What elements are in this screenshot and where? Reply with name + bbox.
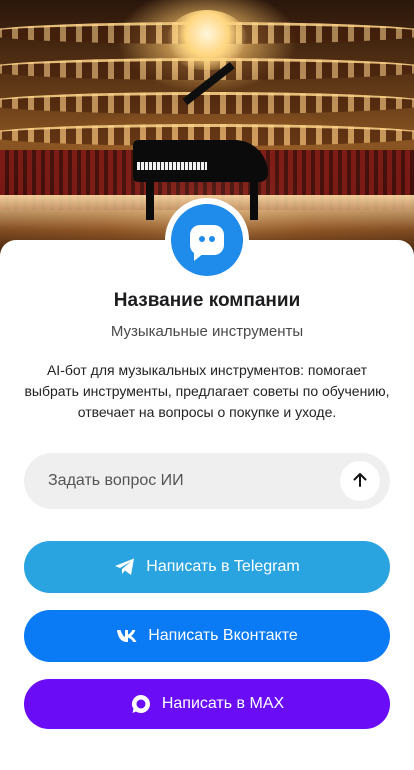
ask-ai-field [24,453,390,509]
telegram-label: Написать в Telegram [146,558,300,575]
company-name: Название компании [113,290,301,311]
write-vk-button[interactable]: Написать Вконтакте [24,610,390,662]
write-telegram-button[interactable]: Написать в Telegram [24,541,390,593]
avatar [171,204,243,276]
piano-keys [137,162,207,170]
send-button[interactable] [340,461,380,501]
grand-piano [133,140,268,182]
max-icon [130,693,152,715]
company-avatar [165,198,249,282]
write-max-button[interactable]: Написать в MAX [24,679,390,729]
vk-icon [116,625,138,647]
company-category: Музыкальные инструменты [110,323,304,340]
telegram-icon [114,556,136,578]
vk-label: Написать Вконтакте [148,627,298,644]
piano-leg [146,180,154,220]
balcony-tier [0,92,414,114]
arrow-up-icon [351,471,369,492]
company-description: AI-бот для музыкальных инструментов: пом… [24,362,390,420]
chat-bot-icon [190,225,224,261]
piano-leg [250,180,258,220]
ask-ai-input[interactable] [48,472,340,490]
chandelier [167,10,247,70]
max-label: Написать в MAX [161,695,285,712]
